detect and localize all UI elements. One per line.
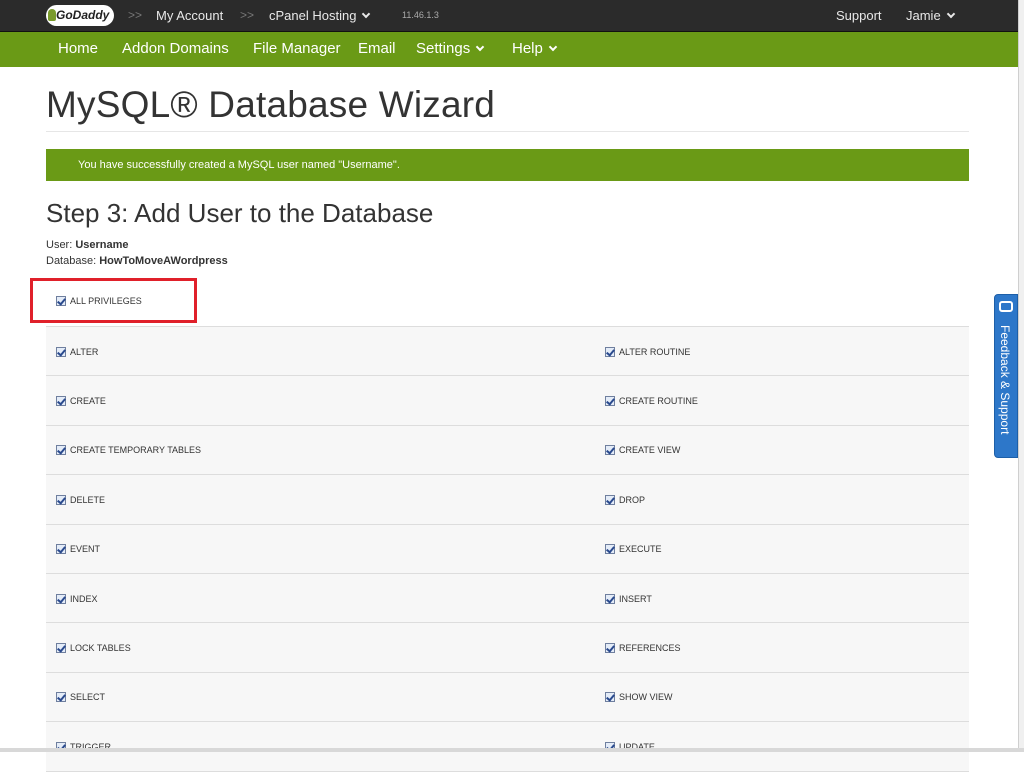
privileges-grid: ALTER ALTER ROUTINE CREATE CREATE ROUTINE CR… (46, 326, 969, 772)
privilege-checkbox[interactable] (605, 494, 615, 505)
my-account-link[interactable]: My Account (156, 8, 223, 23)
privilege-label: INSERT (619, 593, 652, 604)
user-value: Username (75, 239, 129, 251)
privilege-row: DELETE DROP (46, 475, 969, 525)
privilege-option[interactable]: DELETE (56, 494, 105, 505)
user-menu[interactable]: Jamie (906, 8, 955, 23)
privilege-checkbox[interactable] (605, 642, 615, 653)
user-label: User: (46, 239, 73, 251)
privilege-checkbox[interactable] (605, 593, 615, 604)
privilege-label: CREATE ROUTINE (619, 396, 698, 407)
privilege-row: ALTER ALTER ROUTINE (46, 327, 969, 377)
window-scrollbar[interactable] (1018, 0, 1024, 752)
privilege-row: TRIGGER UPDATE (46, 722, 969, 772)
privilege-checkbox[interactable] (56, 593, 66, 604)
privilege-row: CREATE CREATE ROUTINE (46, 376, 969, 426)
version-label: 11.46.1.3 (402, 10, 439, 20)
cpanel-hosting-menu[interactable]: cPanel Hosting (269, 8, 371, 23)
privilege-label: EXECUTE (619, 544, 662, 555)
main-nav: Home Addon Domains File Manager Email Se… (0, 32, 1024, 67)
privilege-checkbox[interactable] (56, 692, 66, 703)
database-label: Database: (46, 255, 97, 267)
page-title: MySQL® Database Wizard (46, 84, 496, 125)
chevron-down-icon (946, 9, 955, 19)
privilege-checkbox[interactable] (56, 544, 66, 555)
success-alert: You have successfully created a MySQL us… (46, 149, 969, 181)
nav-email[interactable]: Email (358, 40, 396, 57)
user-name: Jamie (906, 8, 941, 23)
privilege-option[interactable]: INDEX (56, 593, 98, 604)
privilege-checkbox[interactable] (56, 642, 66, 653)
breadcrumb-separator: >> (128, 8, 143, 22)
cpanel-hosting-label: cPanel Hosting (269, 8, 357, 23)
privilege-row: LOCK TABLES REFERENCES (46, 623, 969, 673)
privilege-checkbox[interactable] (56, 396, 66, 407)
nav-settings[interactable]: Settings (416, 40, 485, 57)
privilege-option[interactable]: ALTER (56, 346, 98, 357)
privilege-checkbox[interactable] (56, 494, 66, 505)
feedback-label: Feedback & Support (998, 325, 1012, 435)
privilege-row: INDEX INSERT (46, 573, 969, 624)
privilege-row: SELECT SHOW VIEW (46, 672, 969, 723)
feedback-support-tab[interactable]: Feedback & Support (994, 294, 1018, 458)
user-info: User: Username (46, 239, 129, 251)
privilege-row: CREATE TEMPORARY TABLES CREATE VIEW (46, 425, 969, 476)
privilege-checkbox[interactable] (605, 396, 615, 407)
privilege-option[interactable]: CREATE VIEW (605, 445, 680, 456)
privilege-label: DROP (619, 494, 646, 505)
chevron-down-icon (362, 9, 371, 19)
nav-help[interactable]: Help (512, 40, 558, 57)
nav-addon-domains[interactable]: Addon Domains (122, 40, 229, 57)
privilege-label: SELECT (70, 692, 106, 703)
privilege-option[interactable]: REFERENCES (605, 642, 681, 653)
highlight-box (30, 278, 197, 323)
top-bar: GoDaddy >> My Account >> cPanel Hosting … (0, 0, 1024, 32)
privilege-option[interactable]: DROP (605, 494, 645, 505)
privilege-label: CREATE TEMPORARY TABLES (70, 445, 202, 456)
database-value: HowToMoveAWordpress (99, 255, 228, 267)
privilege-checkbox[interactable] (56, 445, 66, 456)
privilege-label: REFERENCES (619, 642, 681, 653)
step-title: Step 3: Add User to the Database (46, 198, 434, 228)
privilege-label: CREATE (70, 396, 106, 407)
privilege-option[interactable]: EXECUTE (605, 544, 662, 555)
privilege-checkbox[interactable] (56, 346, 66, 357)
privilege-label: CREATE VIEW (619, 445, 681, 456)
privilege-label: INDEX (70, 593, 98, 604)
privilege-checkbox[interactable] (605, 346, 615, 357)
breadcrumb-separator: >> (240, 8, 255, 22)
megaphone-icon (999, 301, 1013, 312)
window-bottom-edge (0, 748, 1024, 752)
nav-help-label: Help (512, 40, 543, 57)
privilege-option[interactable]: SELECT (56, 692, 105, 703)
privilege-option[interactable]: INSERT (605, 593, 652, 604)
title-divider (46, 131, 969, 132)
privilege-option[interactable]: EVENT (56, 544, 100, 555)
chevron-down-icon (475, 42, 485, 52)
database-info: Database: HowToMoveAWordpress (46, 255, 228, 267)
privilege-option[interactable]: CREATE ROUTINE (605, 395, 698, 407)
privilege-label: ALTER ROUTINE (619, 346, 691, 357)
chevron-down-icon (548, 42, 558, 52)
privilege-label: ALTER (70, 346, 99, 357)
privilege-label: SHOW VIEW (619, 692, 673, 703)
privilege-option[interactable]: CREATE TEMPORARY TABLES (56, 445, 201, 456)
privilege-option[interactable]: LOCK TABLES (56, 642, 131, 653)
privilege-row: EVENT EXECUTE (46, 524, 969, 574)
privilege-label: EVENT (70, 544, 101, 555)
privilege-option[interactable]: ALTER ROUTINE (605, 346, 690, 357)
privilege-checkbox[interactable] (605, 544, 615, 555)
privilege-label: LOCK TABLES (70, 642, 131, 653)
privilege-checkbox[interactable] (605, 692, 615, 703)
privilege-option[interactable]: CREATE (56, 395, 106, 407)
nav-settings-label: Settings (416, 40, 471, 57)
nav-home[interactable]: Home (58, 40, 98, 57)
privilege-checkbox[interactable] (605, 445, 615, 456)
godaddy-logo[interactable]: GoDaddy (46, 5, 114, 26)
nav-file-manager[interactable]: File Manager (253, 40, 341, 57)
privilege-option[interactable]: SHOW VIEW (605, 692, 673, 703)
support-link[interactable]: Support (836, 8, 882, 23)
privilege-label: DELETE (70, 494, 106, 505)
